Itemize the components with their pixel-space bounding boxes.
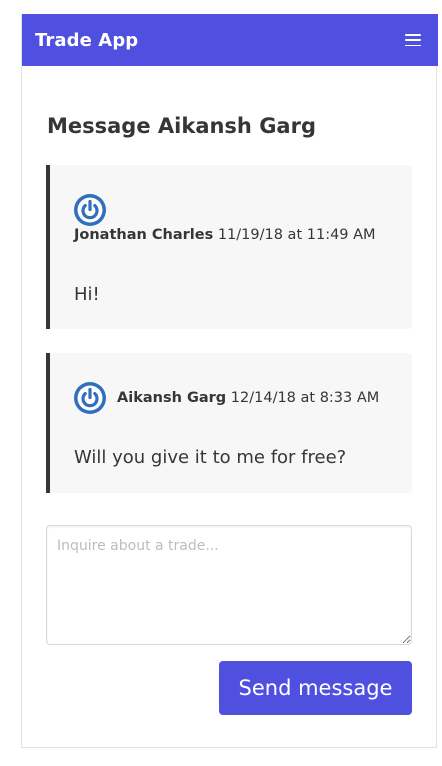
message-timestamp: 12/14/18 at 8:33 AM: [230, 390, 380, 406]
message-author: Jonathan Charles: [74, 227, 214, 243]
message-input[interactable]: [46, 525, 412, 645]
message-meta: Aikansh Garg 12/14/18 at 8:33 AM: [117, 390, 379, 406]
message-card: Jonathan Charles 11/19/18 at 11:49 AM Hi…: [46, 165, 412, 329]
send-message-button[interactable]: Send message: [219, 661, 412, 715]
hamburger-menu-icon[interactable]: [405, 34, 421, 46]
brand-link[interactable]: Trade App: [35, 30, 138, 51]
message-body: Will you give it to me for free?: [74, 447, 347, 468]
avatar-power-icon: [74, 194, 106, 226]
message-timestamp: 11/19/18 at 11:49 AM: [217, 227, 376, 243]
navbar: Trade App: [22, 14, 438, 66]
avatar-power-icon: [74, 382, 106, 414]
message-author: Aikansh Garg: [117, 390, 227, 406]
message-meta: Jonathan Charles 11/19/18 at 11:49 AM: [74, 227, 376, 243]
page-title: Message Aikansh Garg: [47, 114, 316, 138]
message-body: Hi!: [74, 284, 100, 305]
app-frame: Trade App Message Aikansh Garg Jonathan …: [21, 14, 438, 748]
message-card: Aikansh Garg 12/14/18 at 8:33 AM Will yo…: [46, 353, 412, 493]
